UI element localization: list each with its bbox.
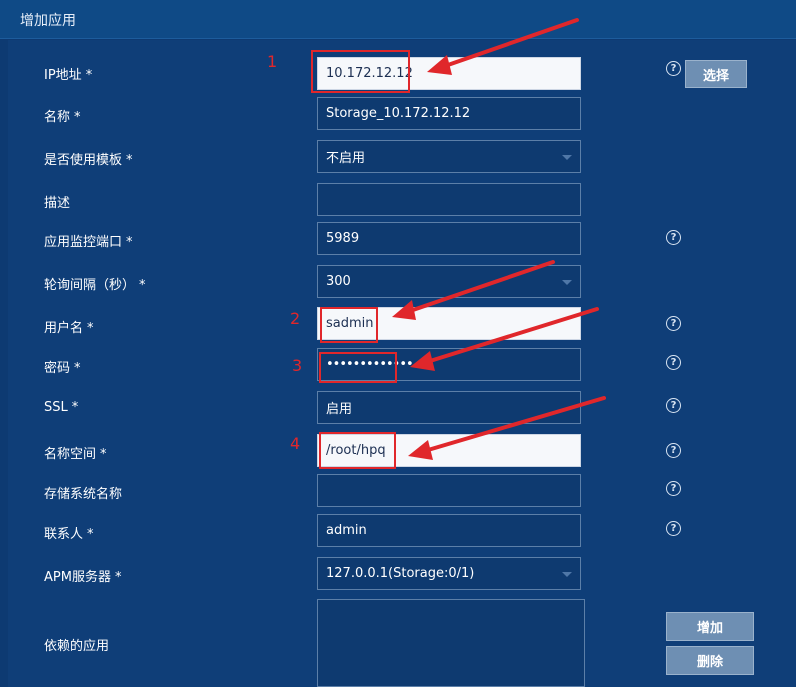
- annotation-arrows: [392, 18, 606, 460]
